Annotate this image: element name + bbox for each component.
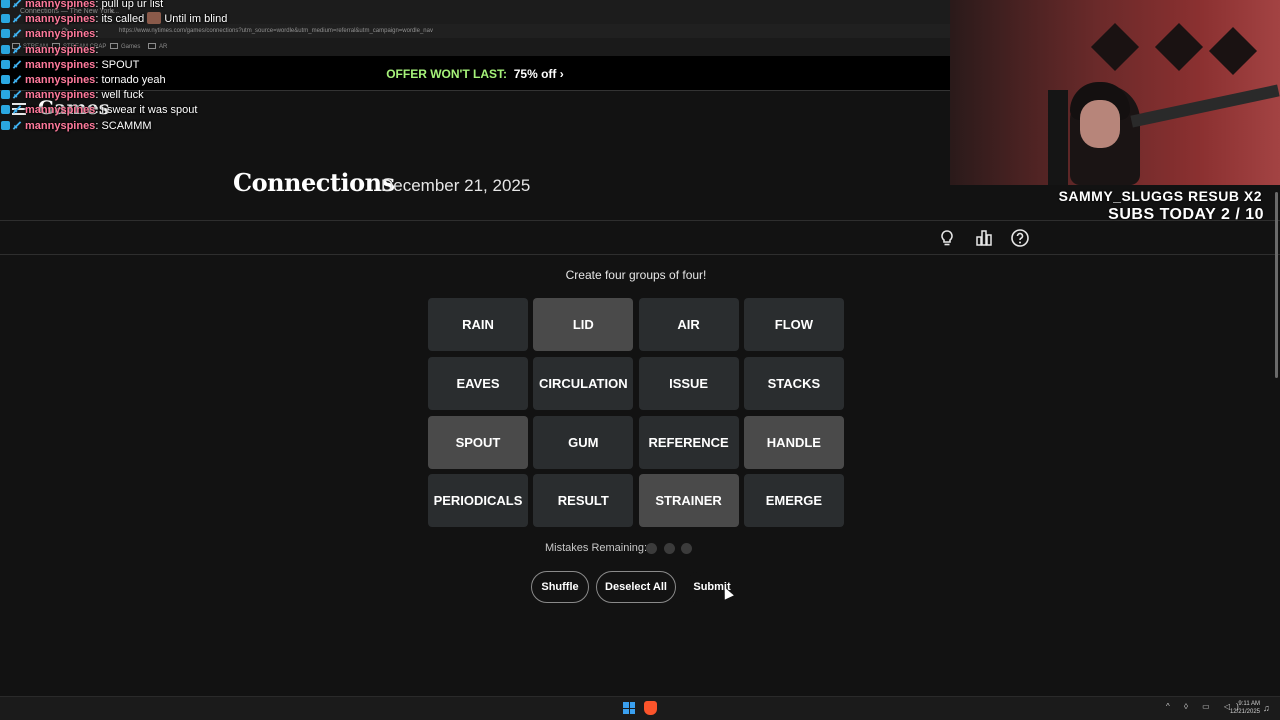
clock-date: 12/21/2025 bbox=[1229, 709, 1260, 715]
mistake-dot bbox=[664, 543, 675, 554]
chat-username[interactable]: mannyspines bbox=[25, 74, 95, 86]
chat-username[interactable]: mannyspines bbox=[25, 104, 95, 116]
sword-badge-icon bbox=[12, 90, 22, 99]
subscriber-badge-icon bbox=[1, 29, 10, 39]
word-tile[interactable]: RESULT bbox=[533, 474, 634, 528]
word-tile[interactable]: CIRCULATION bbox=[533, 356, 634, 410]
help-icon[interactable] bbox=[1010, 228, 1030, 248]
chat-message: mannyspines: well fuck bbox=[0, 88, 300, 103]
sword-badge-icon bbox=[12, 120, 22, 130]
mistake-dot bbox=[681, 543, 692, 554]
chat-text: pull up ur list bbox=[101, 0, 164, 10]
chat-username[interactable]: mannyspines bbox=[25, 28, 95, 40]
chat-text: SCAMMM bbox=[101, 119, 152, 132]
sword-badge-icon bbox=[12, 75, 22, 84]
subscriber-badge-icon bbox=[1, 59, 10, 69]
deselect-all-button[interactable]: Deselect All bbox=[596, 571, 676, 603]
subscriber-badge-icon bbox=[1, 120, 10, 130]
chat-message: mannyspines: i swear it was spout bbox=[0, 103, 300, 118]
stream-chat: mannyspines: pull up ur list mannyspines:… bbox=[0, 0, 300, 134]
word-tile[interactable]: RAIN bbox=[428, 298, 528, 351]
chat-message: mannyspines: tornado yeah bbox=[0, 73, 300, 88]
puzzle-date: December 21, 2025 bbox=[381, 176, 531, 195]
taskbar-clock[interactable]: 9:11 AM 12/21/2025 bbox=[1226, 700, 1260, 716]
chevron-right-icon: › bbox=[559, 67, 564, 81]
mistake-dot bbox=[646, 543, 657, 554]
windows-start-icon[interactable] bbox=[623, 702, 635, 714]
subscriber-badge-icon bbox=[1, 105, 10, 115]
subscriber-badge-icon bbox=[1, 14, 10, 24]
chat-message: mannyspines: SPOUT bbox=[0, 58, 300, 73]
sword-badge-icon bbox=[12, 0, 22, 8]
chat-message: mannyspines: SCAMMM bbox=[0, 119, 300, 134]
instructions: Create four groups of four! bbox=[565, 268, 707, 282]
chat-text: i swear it was spout bbox=[101, 104, 198, 117]
divider bbox=[0, 220, 1280, 221]
sword-badge-icon bbox=[12, 105, 22, 115]
chat-text: SPOUT bbox=[101, 58, 140, 71]
submit-button[interactable]: Submit bbox=[684, 571, 740, 603]
title-row: Connections December 21, 2025 bbox=[0, 160, 950, 210]
chat-message: mannyspines: pull up ur list bbox=[0, 0, 300, 12]
word-tile[interactable]: ISSUE bbox=[638, 356, 739, 410]
notification-bell-icon[interactable]: ♫ bbox=[1263, 703, 1270, 713]
chat-username[interactable]: mannyspines bbox=[25, 120, 95, 132]
word-tile[interactable]: LID bbox=[533, 298, 634, 351]
chat-message: mannyspines: its called Until im blind bbox=[0, 12, 300, 27]
chat-username[interactable]: mannyspines bbox=[25, 44, 95, 56]
word-tile[interactable]: HANDLE bbox=[743, 415, 844, 469]
taskbar: ^ ◊ ▭ ◁) 9:11 AM 12/21/2025 ♫ bbox=[0, 696, 1280, 720]
lightbulb-icon[interactable] bbox=[937, 228, 957, 248]
clock-time: 9:11 AM bbox=[1238, 701, 1260, 707]
webcam-feed bbox=[950, 0, 1280, 185]
subscriber-badge-icon bbox=[1, 90, 10, 100]
divider bbox=[0, 254, 1280, 255]
shuffle-button[interactable]: Shuffle bbox=[531, 571, 589, 603]
brave-browser-icon[interactable] bbox=[644, 701, 657, 715]
subscriber-badge-icon bbox=[1, 74, 10, 84]
chat-username[interactable]: mannyspines bbox=[25, 13, 95, 25]
page-title: Connections bbox=[233, 168, 395, 197]
subscriber-badge-icon bbox=[1, 44, 10, 54]
word-tile[interactable]: FLOW bbox=[743, 298, 844, 351]
word-tile[interactable]: AIR bbox=[638, 298, 739, 351]
word-tile[interactable]: PERIODICALS bbox=[428, 474, 528, 528]
word-tile[interactable]: STRAINER bbox=[638, 474, 739, 528]
chat-username[interactable]: mannyspines bbox=[25, 59, 95, 71]
chat-message: mannyspines: bbox=[0, 43, 300, 58]
sword-badge-icon bbox=[12, 44, 22, 54]
scrollbar-thumb[interactable] bbox=[1275, 192, 1278, 378]
chat-text: tornado yeah bbox=[101, 73, 166, 86]
sword-badge-icon bbox=[12, 29, 22, 39]
sub-alert: SAMMY_SLUGGS RESUB X2 bbox=[1058, 188, 1262, 204]
offer-label: OFFER WON'T LAST: bbox=[386, 67, 508, 81]
subscriber-badge-icon bbox=[1, 0, 10, 8]
chat-username[interactable]: mannyspines bbox=[25, 0, 95, 10]
word-tile[interactable]: SPOUT bbox=[428, 415, 528, 469]
offer-text: OFFER WON'T LAST: 75% off › bbox=[386, 67, 564, 81]
bar-chart-icon[interactable] bbox=[974, 228, 994, 248]
mistakes-label: Mistakes Remaining: bbox=[545, 542, 648, 554]
chat-text: Until im blind bbox=[164, 13, 228, 26]
chat-text: its called bbox=[101, 13, 145, 26]
sword-badge-icon bbox=[12, 14, 22, 23]
chat-emote-icon bbox=[147, 12, 162, 25]
offer-value: 75% off bbox=[513, 67, 557, 81]
word-tile[interactable]: EAVES bbox=[428, 356, 528, 410]
sword-badge-icon bbox=[12, 60, 22, 69]
chat-message: mannyspines: bbox=[0, 27, 300, 42]
chat-text: well fuck bbox=[101, 89, 144, 102]
word-tile[interactable]: EMERGE bbox=[743, 474, 844, 528]
word-tile[interactable]: GUM bbox=[533, 415, 634, 469]
word-tile[interactable]: REFERENCE bbox=[638, 415, 739, 469]
sub-counter: SUBS TODAY 2 / 10 bbox=[1108, 206, 1264, 223]
chat-username[interactable]: mannyspines bbox=[25, 89, 95, 101]
word-tile[interactable]: STACKS bbox=[743, 356, 844, 410]
